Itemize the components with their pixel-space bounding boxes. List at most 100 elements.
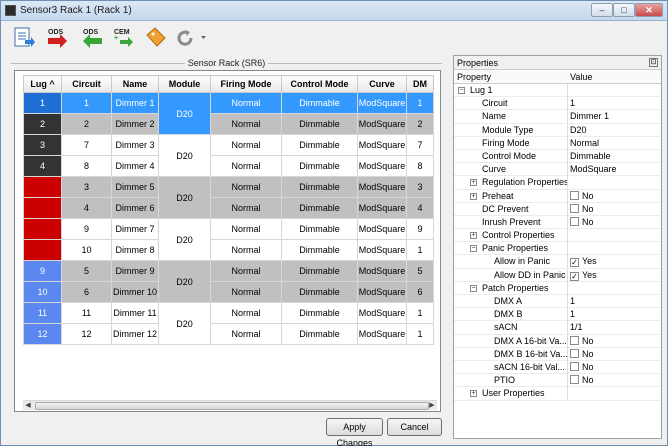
firing-mode-cell[interactable]: Normal [210, 92, 282, 114]
property-row[interactable]: − Patch Properties [454, 281, 661, 295]
dm-cell[interactable]: 6 [406, 281, 434, 303]
firing-mode-cell[interactable]: Normal [210, 218, 282, 240]
table-row[interactable]: 10 6 Dimmer 10 Normal Dimmable ModSquare 6 [23, 281, 434, 303]
property-row[interactable]: Firing Mode Normal [454, 136, 661, 150]
dm-cell[interactable]: 3 [406, 176, 434, 198]
property-value[interactable]: ✓ Yes [570, 269, 597, 282]
cancel-button[interactable]: Cancel [387, 418, 442, 436]
expand-icon[interactable]: + [470, 390, 477, 398]
col-header-circuit[interactable]: Circuit [61, 75, 112, 93]
checkbox-icon[interactable] [570, 216, 579, 226]
expand-icon[interactable]: + [470, 192, 477, 200]
circuit-cell[interactable]: 2 [61, 113, 112, 135]
lug-cell[interactable]: 9 [23, 260, 62, 282]
lug-cell[interactable]: 12 [23, 323, 62, 345]
firing-mode-cell[interactable]: Normal [210, 176, 282, 198]
curve-cell[interactable]: ModSquare [357, 113, 407, 135]
control-mode-cell[interactable]: Dimmable [281, 281, 358, 303]
circuit-cell[interactable]: 10 [61, 239, 112, 261]
dm-cell[interactable]: 2 [406, 113, 434, 135]
dm-cell[interactable]: 1 [406, 323, 434, 345]
table-row[interactable]: 3 7 Dimmer 3 D20 Normal Dimmable ModSquare 7 [23, 134, 434, 177]
expand-icon[interactable]: + [470, 179, 477, 187]
property-row[interactable]: DMX A 1 [454, 295, 661, 309]
lug-cell[interactable]: 3 [23, 134, 62, 156]
table-row[interactable]: 9 5 Dimmer 9 D20 Normal Dimmable ModSquare 5 [23, 260, 434, 303]
property-row[interactable]: DMX B 16-bit Va... No [454, 347, 661, 361]
table-row[interactable]: 7 9 Dimmer 7 D20 Normal Dimmable ModSquare 9 [23, 218, 434, 261]
collapse-icon[interactable]: − [470, 245, 477, 253]
name-cell[interactable]: Dimmer 12 [111, 323, 159, 345]
scroll-left-icon[interactable]: ◀ [23, 401, 33, 411]
name-cell[interactable]: Dimmer 5 [111, 176, 159, 198]
property-row[interactable]: + Preheat No [454, 189, 661, 203]
col-header-dm[interactable]: DM [406, 75, 434, 93]
property-row[interactable]: DMX A 16-bit Va... No [454, 334, 661, 348]
lug-cell[interactable]: 7 [23, 218, 62, 240]
property-row[interactable]: Inrush Prevent No [454, 215, 661, 230]
circuit-cell[interactable]: 7 [61, 134, 112, 156]
circuit-cell[interactable]: 3 [61, 176, 112, 198]
collapse-icon[interactable]: − [470, 284, 477, 292]
curve-cell[interactable]: ModSquare [357, 134, 407, 156]
dimmer-grid[interactable]: Lug ^ Circuit Name Module Firing Mode Co… [14, 70, 441, 412]
property-value[interactable]: Dimmer 1 [570, 110, 609, 123]
col-header-firing-mode[interactable]: Firing Mode [210, 75, 282, 93]
property-value[interactable]: No [570, 374, 594, 387]
import-ods-button[interactable]: ODS [79, 25, 105, 51]
property-value[interactable]: No [570, 216, 594, 229]
property-value[interactable]: No [570, 190, 594, 203]
scroll-right-icon[interactable]: ▶ [427, 401, 437, 411]
curve-cell[interactable]: ModSquare [357, 323, 407, 345]
control-mode-cell[interactable]: Dimmable [281, 323, 358, 345]
control-mode-cell[interactable]: Dimmable [281, 218, 358, 240]
circuit-cell[interactable]: 11 [61, 302, 112, 324]
module-cell[interactable]: D20 [158, 134, 211, 177]
property-row[interactable]: Circuit 1 [454, 97, 661, 111]
checkbox-icon[interactable] [570, 203, 579, 213]
collapse-icon[interactable]: − [458, 87, 465, 94]
circuit-cell[interactable]: 5 [61, 260, 112, 282]
property-value[interactable]: No [570, 203, 594, 216]
property-value[interactable]: No [570, 335, 594, 348]
checkbox-icon[interactable] [570, 190, 579, 200]
scrollbar-thumb[interactable] [35, 402, 429, 410]
firing-mode-cell[interactable]: Normal [210, 113, 282, 135]
curve-cell[interactable]: ModSquare [357, 155, 407, 177]
property-row[interactable]: Control Mode Dimmable [454, 149, 661, 164]
dm-cell[interactable]: 1 [406, 92, 434, 114]
property-row[interactable]: sACN 16-bit Val... No [454, 360, 661, 375]
col-header-curve[interactable]: Curve [357, 75, 407, 93]
control-mode-cell[interactable]: Dimmable [281, 176, 358, 198]
col-header-lug[interactable]: Lug ^ [23, 75, 62, 93]
close-button[interactable]: ✕ [635, 3, 663, 17]
circuit-cell[interactable]: 9 [61, 218, 112, 240]
property-row[interactable]: sACN 1/1 [454, 321, 661, 335]
tag-button[interactable] [143, 25, 169, 51]
minimize-button[interactable]: ‒ [591, 3, 613, 17]
table-row[interactable]: 1 1 Dimmer 1 D20 Normal Dimmable ModSquare 1 [23, 92, 434, 135]
firing-mode-cell[interactable]: Normal [210, 302, 282, 324]
property-row[interactable]: + User Properties [454, 387, 661, 401]
firing-mode-cell[interactable]: Normal [210, 323, 282, 345]
control-mode-cell[interactable]: Dimmable [281, 113, 358, 135]
checkbox-icon[interactable] [570, 375, 579, 385]
dm-cell[interactable]: 9 [406, 218, 434, 240]
firing-mode-cell[interactable]: Normal [210, 155, 282, 177]
control-mode-cell[interactable]: Dimmable [281, 239, 358, 261]
property-row[interactable]: DC Prevent No [454, 202, 661, 216]
name-cell[interactable]: Dimmer 8 [111, 239, 159, 261]
dm-cell[interactable]: 4 [406, 197, 434, 219]
property-value[interactable]: 1 [570, 295, 575, 308]
module-cell[interactable]: D20 [158, 260, 211, 303]
undock-icon[interactable]: ⊡ [649, 58, 658, 67]
lug-cell[interactable]: 1 [23, 92, 62, 114]
export-ods-button[interactable]: ODS [45, 25, 71, 51]
lug-cell[interactable]: 2 [23, 113, 62, 135]
name-cell[interactable]: Dimmer 7 [111, 218, 159, 240]
control-mode-cell[interactable]: Dimmable [281, 302, 358, 324]
name-cell[interactable]: Dimmer 1 [111, 92, 159, 114]
property-row[interactable]: − Lug 1 [454, 84, 661, 98]
firing-mode-cell[interactable]: Normal [210, 134, 282, 156]
checkbox-icon[interactable] [570, 335, 579, 345]
